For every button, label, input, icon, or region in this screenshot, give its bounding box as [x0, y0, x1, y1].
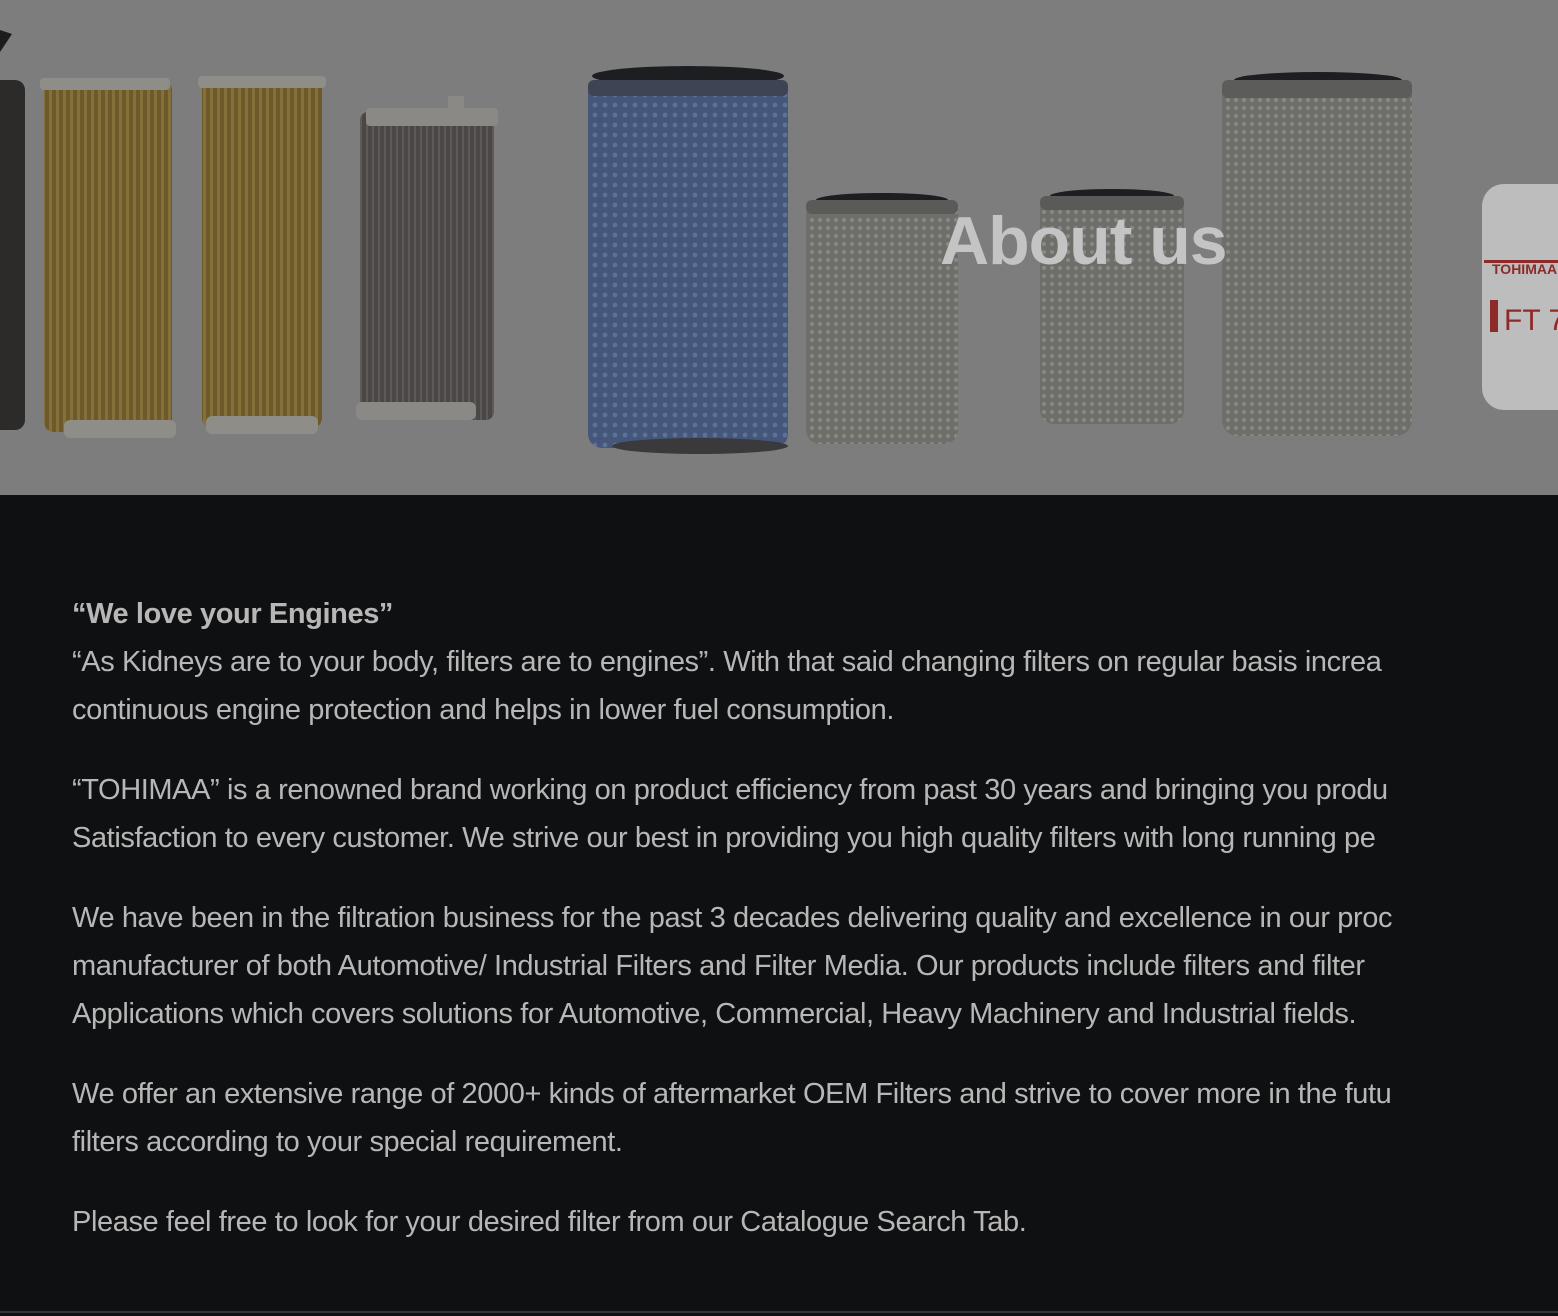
paragraph-line: We offer an extensive range of 2000+ kin…: [72, 1078, 1392, 1110]
paragraph-line: continuous engine protection and helps i…: [72, 694, 894, 726]
filter-dark-edge: [0, 80, 25, 430]
filter-gold-2: [198, 76, 326, 434]
paragraph-line: Please feel free to look for your desire…: [72, 1206, 1027, 1238]
tagline: “We love your Engines”: [72, 598, 394, 630]
about-paragraph-4: We offer an extensive range of 2000+ kin…: [72, 1070, 1558, 1166]
paragraph-line: filters according to your special requir…: [72, 1126, 623, 1158]
hero-banner: TOHIMAA FT 72 About us: [0, 0, 1558, 495]
product-model-label: FT 72: [1504, 304, 1558, 337]
filter-gold-1: [40, 78, 176, 438]
filter-blue-mesh: [588, 66, 788, 454]
paragraph-line: Satisfaction to every customer. We striv…: [72, 822, 1376, 854]
about-paragraph-2: “TOHIMAA” is a renowned brand working on…: [72, 766, 1558, 862]
page-title: About us: [940, 203, 1228, 279]
filter-spin-on-tohimaa: TOHIMAA FT 72: [1482, 184, 1558, 410]
about-content: “We love your Engines” “As Kidneys are t…: [72, 590, 1558, 1278]
paragraph-line: Applications which covers solutions for …: [72, 998, 1357, 1030]
about-paragraph-3: We have been in the filtration business …: [72, 894, 1558, 1038]
about-paragraph-1: “We love your Engines” “As Kidneys are t…: [72, 590, 1558, 734]
product-brand-label: TOHIMAA: [1492, 261, 1557, 277]
hero-filters-image: TOHIMAA FT 72: [0, 30, 1558, 454]
filter-grey-mesh-3: [1222, 72, 1412, 436]
about-paragraph-5: Please feel free to look for your desire…: [72, 1198, 1558, 1246]
filter-grey-mesh-1: [806, 193, 958, 444]
paragraph-line: manufacturer of both Automotive/ Industr…: [72, 950, 1365, 982]
filter-grey-pleated: [356, 96, 498, 420]
paragraph-line: “TOHIMAA” is a renowned brand working on…: [72, 774, 1388, 806]
paragraph-line: We have been in the filtration business …: [72, 902, 1393, 934]
section-divider: [0, 1311, 1558, 1313]
paragraph-line: “As Kidneys are to your body, filters ar…: [72, 646, 1382, 678]
